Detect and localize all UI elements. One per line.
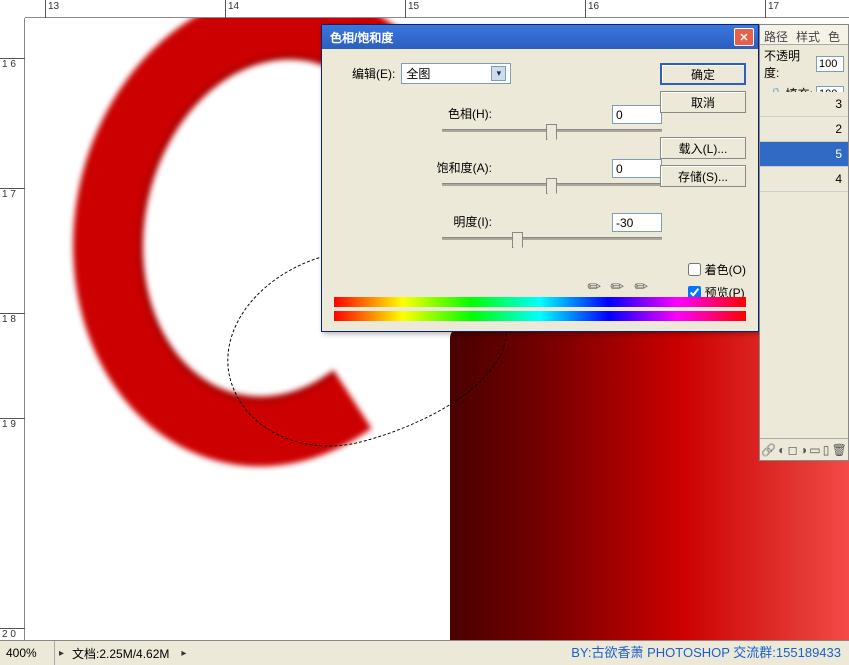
ruler-tick-label: 1 8 [2, 315, 16, 324]
edit-value: 全图 [406, 65, 430, 82]
arrow-icon[interactable]: ▸ [181, 648, 186, 659]
hue-slider[interactable] [442, 129, 662, 132]
ruler-tick-label: 13 [48, 1, 59, 12]
chevron-down-icon: ▾ [491, 66, 506, 81]
edit-label: 编辑(E): [352, 65, 395, 82]
lightness-slider[interactable] [442, 237, 662, 240]
saturation-label: 饱和度(A): [382, 159, 512, 176]
saturation-slider[interactable] [442, 183, 662, 186]
ruler-tick-label: 14 [228, 1, 239, 12]
save-button[interactable]: 存储(S)... [660, 165, 746, 187]
document-size: 文档:2.25M/4.62M [64, 645, 177, 662]
watermark-text: BY:古欲香萧 PHOTOSHOP 交流群:155189433 [571, 642, 841, 661]
slider-thumb[interactable] [546, 178, 557, 194]
close-button[interactable]: ✕ [734, 28, 754, 46]
tab-styles[interactable]: 样式 [792, 25, 824, 44]
layer-label: 5 [835, 147, 842, 161]
color-spectrum [334, 297, 746, 321]
vertical-ruler: 1 6 1 7 1 8 1 9 2 0 [0, 18, 25, 640]
edit-dropdown[interactable]: 全图 ▾ [401, 63, 511, 84]
eyedropper-plus-icon[interactable]: ✎ [606, 275, 630, 299]
dialog-titlebar[interactable]: 色相/饱和度 ✕ [322, 25, 758, 49]
lightness-input[interactable] [612, 213, 662, 232]
eyedropper-tools[interactable]: ✎ ✎ ✎ [588, 277, 648, 297]
adjust-icon[interactable]: ◑ [800, 443, 807, 457]
ok-button[interactable]: 确定 [660, 63, 746, 85]
lightness-label: 明度(I): [382, 213, 512, 230]
opacity-input[interactable] [816, 56, 844, 72]
hue-label: 色相(H): [382, 105, 512, 122]
layers-panel: 3 2 5 4 🔗 ◐ ◻ ◑ ▭ ▯ 🗑 [759, 92, 849, 461]
zoom-level[interactable]: 400% [0, 641, 55, 665]
ruler-tick-label: 1 6 [2, 60, 16, 69]
colorize-label: 着色(O) [705, 261, 746, 278]
colorize-checkbox[interactable]: 着色(O) [688, 261, 746, 278]
load-button[interactable]: 载入(L)... [660, 137, 746, 159]
trash-icon[interactable]: 🗑 [832, 443, 847, 457]
slider-thumb[interactable] [512, 232, 523, 248]
layer-item[interactable]: 3 [760, 92, 848, 117]
ruler-tick-label: 2 0 [2, 630, 16, 639]
eyedropper-icon[interactable]: ✎ [583, 275, 607, 299]
eyedropper-minus-icon[interactable]: ✎ [629, 275, 653, 299]
layer-item[interactable]: 4 [760, 167, 848, 192]
fx-icon[interactable]: ◐ [778, 443, 785, 457]
tab-paths[interactable]: 路径 [760, 25, 792, 44]
ruler-tick-label: 17 [768, 1, 779, 12]
ruler-tick-label: 1 7 [2, 190, 16, 199]
cancel-button[interactable]: 取消 [660, 91, 746, 113]
hue-input[interactable] [612, 105, 662, 124]
dialog-title: 色相/饱和度 [326, 29, 734, 46]
layer-label: 3 [835, 97, 842, 111]
saturation-input[interactable] [612, 159, 662, 178]
ruler-tick-label: 16 [588, 1, 599, 12]
opacity-label: 不透明度: [764, 47, 813, 81]
layer-item[interactable]: 2 [760, 117, 848, 142]
new-layer-icon[interactable]: ▯ [823, 443, 830, 457]
horizontal-ruler: 13 14 15 16 17 [25, 0, 849, 18]
ruler-tick-label: 15 [408, 1, 419, 12]
tab-color[interactable]: 色 [824, 25, 844, 44]
hue-saturation-dialog: 色相/饱和度 ✕ 编辑(E): 全图 ▾ 色相(H): 饱和度(A): 明度(I… [321, 24, 759, 332]
mask-icon[interactable]: ◻ [788, 443, 798, 457]
folder-icon[interactable]: ▭ [809, 443, 820, 457]
layer-label: 4 [835, 172, 842, 186]
layer-item[interactable]: 5 [760, 142, 848, 167]
ruler-tick-label: 1 9 [2, 420, 16, 429]
slider-thumb[interactable] [546, 124, 557, 140]
layer-label: 2 [835, 122, 842, 136]
link-icon[interactable]: 🔗 [761, 443, 776, 457]
